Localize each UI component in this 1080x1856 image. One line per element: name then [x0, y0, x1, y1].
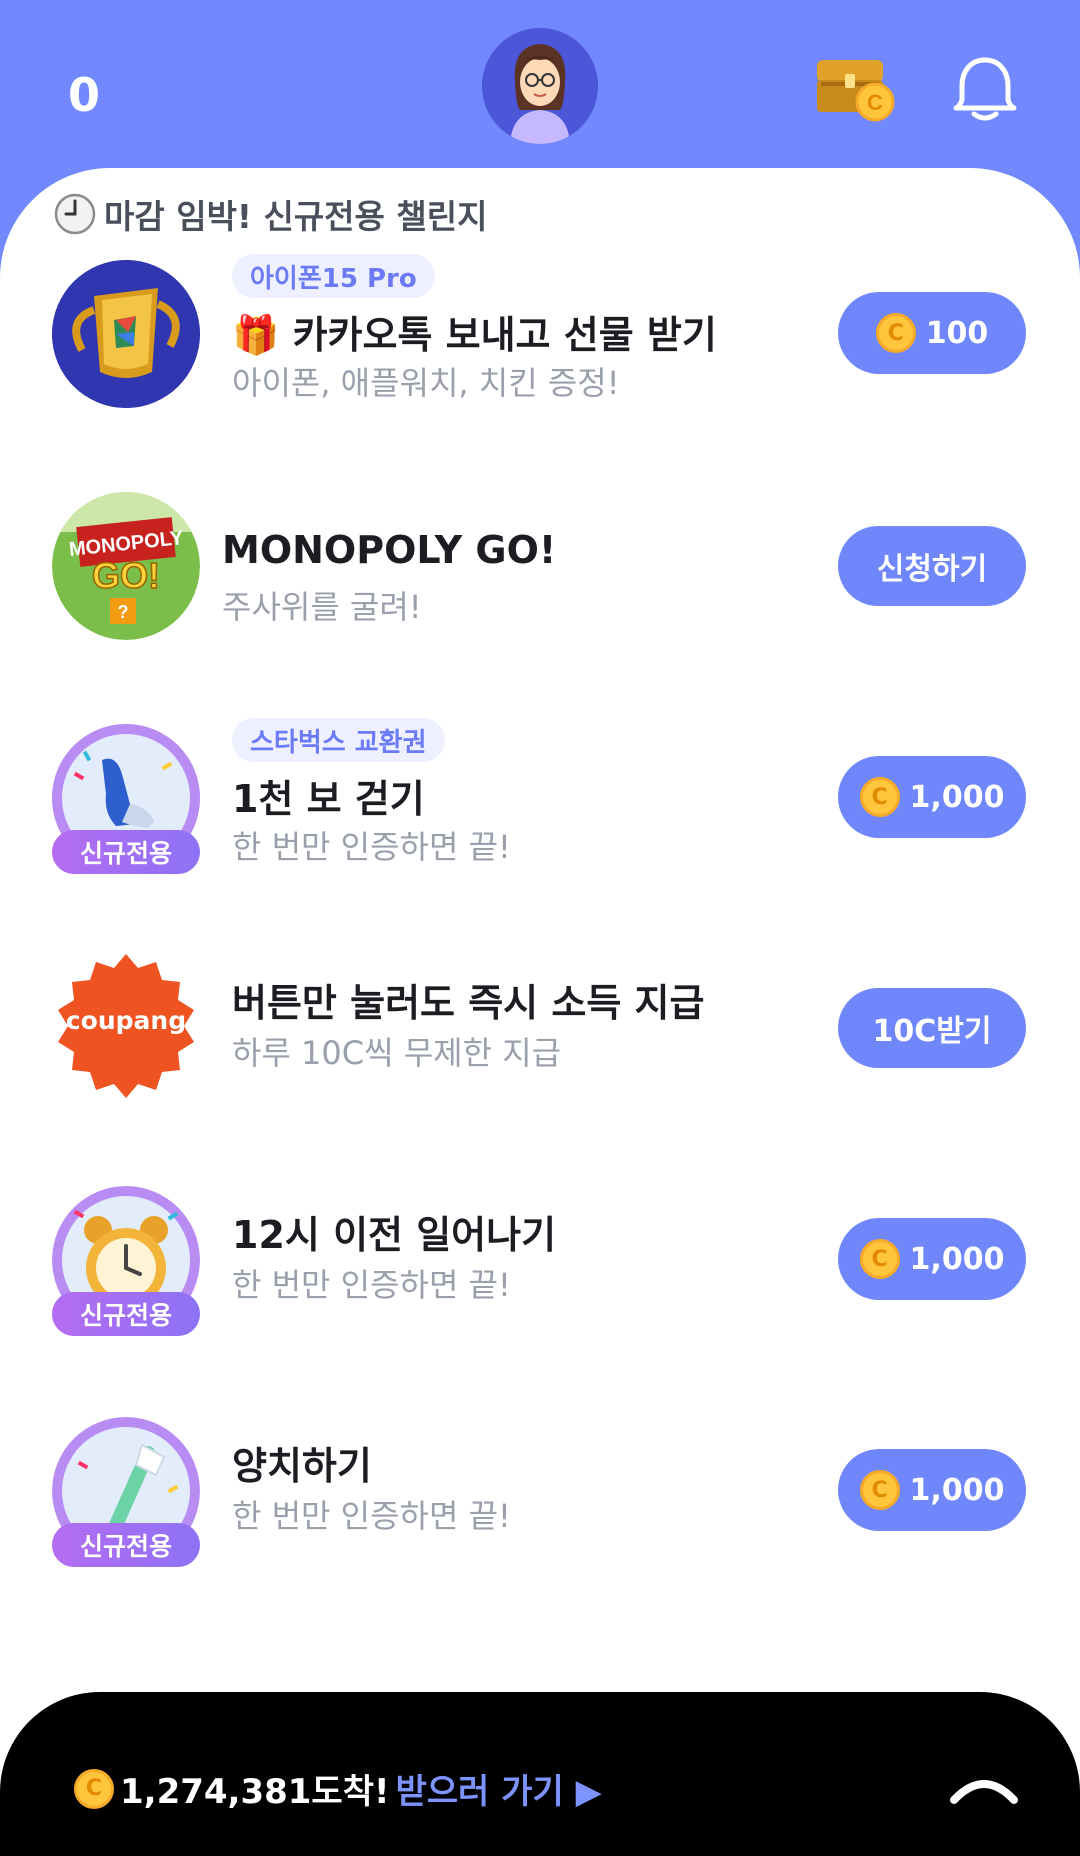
list-item[interactable]: MONOPOLY GO! ? MONOPOLY GO! 주사위를 굴려! 신청하… — [0, 486, 1080, 646]
list-item[interactable]: 신규전용 12시 이전 일어나기 한 번만 인증하면 끝! C 1,000 — [0, 1180, 1080, 1340]
coin-icon: C — [859, 1239, 900, 1279]
coin-icon: C — [74, 1768, 114, 1809]
coin-icon: C — [875, 313, 916, 353]
list-item[interactable]: 신규전용 양치하기 한 번만 인증하면 끝! C 1,000 — [0, 1411, 1080, 1571]
item-subtitle: 아이폰, 애플워치, 치킨 증정! — [232, 364, 620, 402]
coin-icon: C — [859, 1470, 900, 1510]
apply-label: 신청하기 — [876, 552, 988, 587]
reward-arrived-text: 1,274,381도착! — [120, 1772, 390, 1812]
coin-icon: C — [859, 777, 900, 817]
list-item[interactable]: coupang 버튼만 눌러도 즉시 소득 지급 하루 10C씩 무제한 지급 … — [0, 948, 1080, 1108]
reward-amount: 1,000 — [909, 1241, 1005, 1277]
item-title: 12시 이전 일어나기 — [232, 1213, 557, 1257]
item-title: 버튼만 눌러도 즉시 소득 지급 — [232, 981, 705, 1025]
svg-text:C: C — [867, 90, 883, 115]
reward-amount: 1,000 — [909, 1472, 1005, 1508]
item-tag: 스타벅스 교환권 — [232, 718, 445, 762]
svg-text:GO!: GO! — [92, 555, 160, 596]
top-header: 0 C — [0, 0, 1080, 190]
new-user-badge: 신규전용 — [52, 830, 200, 874]
monopoly-icon: MONOPOLY GO! ? — [52, 492, 200, 640]
item-subtitle: 하루 10C씩 무제한 지급 — [232, 1034, 562, 1072]
section-title-text: 마감 임박! 신규전용 챌린지 — [104, 197, 488, 236]
apply-button[interactable]: 신청하기 — [838, 526, 1026, 606]
claim-label: 10C받기 — [872, 1014, 992, 1049]
item-subtitle: 주사위를 굴려! — [222, 588, 422, 626]
reward-amount: 1,000 — [909, 779, 1005, 815]
clock-icon — [54, 193, 96, 235]
reward-button[interactable]: C 1,000 — [838, 1218, 1026, 1300]
item-title: 1천 보 걷기 — [232, 777, 425, 821]
chevron-up-icon[interactable] — [948, 1772, 1020, 1806]
reward-button[interactable]: C 1,000 — [838, 1449, 1026, 1531]
treasure-chest-icon[interactable]: C — [815, 56, 897, 122]
svg-text:?: ? — [118, 602, 129, 622]
item-title: 양치하기 — [232, 1444, 372, 1488]
coupang-text: coupang — [65, 1006, 187, 1035]
coin-count[interactable]: 0 — [68, 68, 100, 122]
item-subtitle: 한 번만 인증하면 끝! — [232, 1497, 511, 1535]
list-item[interactable]: 아이폰15 Pro 🎁 카카오톡 보내고 선물 받기 아이폰, 애플워치, 치킨… — [0, 254, 1080, 414]
item-title: MONOPOLY GO! — [222, 528, 557, 572]
bottom-bar-text: C 1,274,381도착! 받으러 가기 ▶ — [74, 1764, 602, 1813]
profile-avatar[interactable] — [482, 28, 598, 144]
item-subtitle: 한 번만 인증하면 끝! — [232, 828, 511, 866]
list-item[interactable]: 신규전용 스타벅스 교환권 1천 보 걷기 한 번만 인증하면 끝! C 1,0… — [0, 718, 1080, 878]
claim-button[interactable]: 10C받기 — [838, 988, 1026, 1068]
reward-button[interactable]: C 1,000 — [838, 756, 1026, 838]
section-title: 마감 임박! 신규전용 챌린지 — [54, 192, 487, 236]
new-user-badge: 신규전용 — [52, 1292, 200, 1336]
coupang-logo: coupang — [52, 954, 200, 1102]
gift-icon: 🎁 — [232, 313, 280, 357]
item-tag: 아이폰15 Pro — [232, 254, 435, 298]
reward-button[interactable]: C 100 — [838, 292, 1026, 374]
item-title-row: 🎁 카카오톡 보내고 선물 받기 — [232, 304, 717, 359]
go-claim-link[interactable]: 받으러 가기 ▶ — [396, 1764, 602, 1813]
new-user-badge: 신규전용 — [52, 1523, 200, 1567]
item-subtitle: 한 번만 인증하면 끝! — [232, 1266, 511, 1304]
trophy-icon — [52, 260, 200, 408]
reward-amount: 100 — [925, 315, 989, 351]
notification-bell-icon[interactable] — [950, 54, 1020, 124]
bottom-bar[interactable]: C 1,274,381도착! 받으러 가기 ▶ — [0, 1692, 1080, 1856]
main-sheet: 마감 임박! 신규전용 챌린지 아이폰15 Pro 🎁 카카오톡 보내고 선물 … — [0, 168, 1080, 1856]
item-title: 카카오톡 보내고 선물 받기 — [292, 313, 717, 357]
